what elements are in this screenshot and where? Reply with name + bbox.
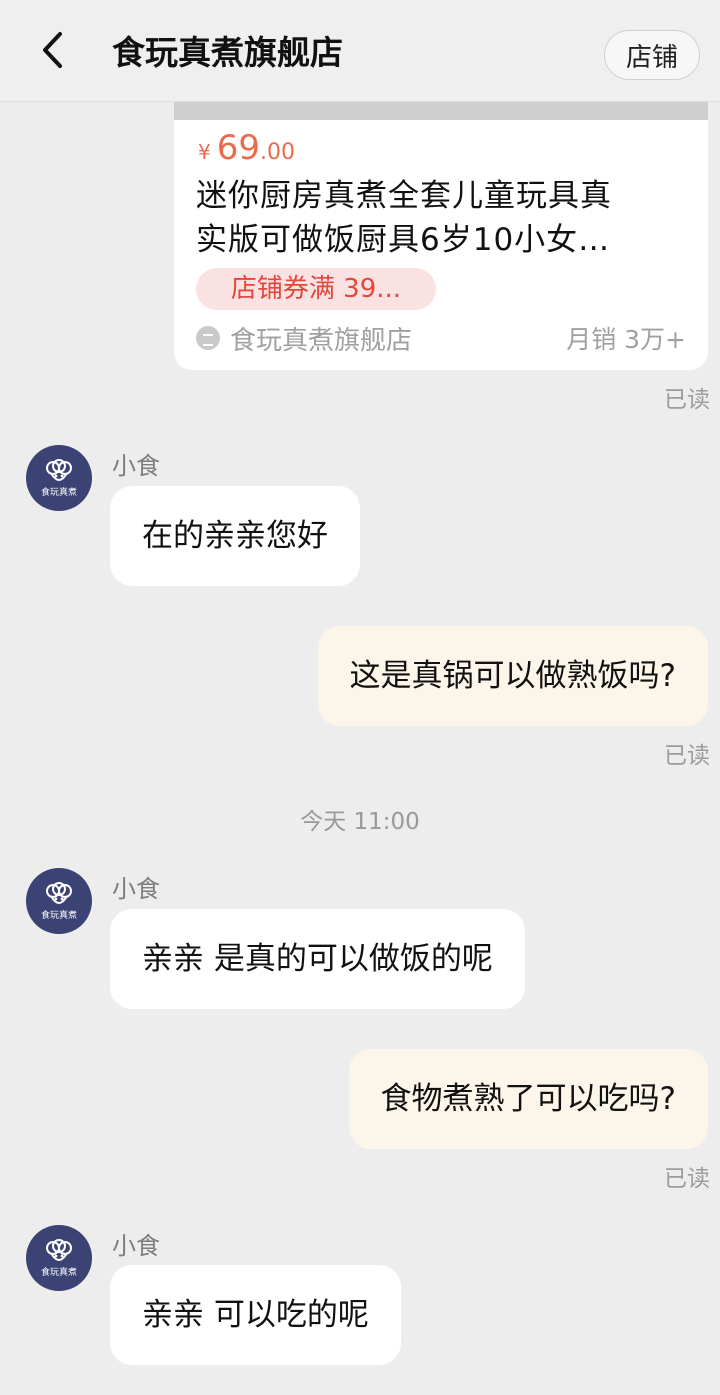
store-icon xyxy=(196,326,220,350)
message-bubble-outgoing[interactable]: 这是真锅可以做熟饭吗? xyxy=(317,626,708,726)
message-bubble-incoming[interactable]: 亲亲 可以吃的呢 xyxy=(110,1265,401,1365)
price-symbol: ¥ xyxy=(198,140,211,164)
message-bubble-outgoing[interactable]: 食物煮熟了可以吃吗? xyxy=(348,1049,708,1149)
price-integer: 69 xyxy=(216,128,260,168)
product-store-row: 食玩真煮旗舰店 月销 3万+ xyxy=(196,318,686,358)
chat-header: 食玩真煮旗舰店 店铺 xyxy=(0,0,720,102)
shop-button[interactable]: 店铺 xyxy=(604,30,700,80)
read-status: 已读 xyxy=(664,387,710,413)
sender-name: 小食 xyxy=(112,452,160,480)
chevron-left-icon xyxy=(43,32,62,68)
sender-name: 小食 xyxy=(112,875,160,903)
product-title-line2: 实版可做饭厨具6岁10小女… xyxy=(196,222,611,258)
page-title: 食玩真煮旗舰店 xyxy=(112,33,343,72)
avatar-label: 食玩真煮 xyxy=(40,1267,77,1278)
avatar-label: 食玩真煮 xyxy=(40,910,77,921)
product-price: ¥ 69 .00 xyxy=(198,128,295,176)
chef-logo-icon xyxy=(46,1238,72,1261)
coupon-badge[interactable]: 店铺券满 39... xyxy=(196,268,436,310)
avatar-label: 食玩真煮 xyxy=(40,487,77,498)
read-status: 已读 xyxy=(664,1166,710,1192)
read-status: 已读 xyxy=(664,743,710,769)
chef-logo-icon xyxy=(46,881,72,904)
chef-logo-icon xyxy=(46,458,72,481)
store-name: 食玩真煮旗舰店 xyxy=(230,325,413,356)
avatar[interactable]: 食玩真煮 xyxy=(26,1225,92,1291)
back-button[interactable] xyxy=(30,28,74,72)
time-divider: 今天 11:00 xyxy=(300,809,420,835)
avatar[interactable]: 食玩真煮 xyxy=(26,868,92,934)
monthly-sales: 月销 3万+ xyxy=(566,325,686,354)
message-bubble-incoming[interactable]: 在的亲亲您好 xyxy=(110,486,360,586)
message-bubble-incoming[interactable]: 亲亲 是真的可以做饭的呢 xyxy=(110,909,525,1009)
price-decimal: .00 xyxy=(260,140,295,165)
product-title: 迷你厨房真煮全套儿童玩具真 实版可做饭厨具6岁10小女… xyxy=(196,174,686,262)
avatar[interactable]: 食玩真煮 xyxy=(26,445,92,511)
sender-name: 小食 xyxy=(112,1232,160,1260)
product-title-line1: 迷你厨房真煮全套儿童玩具真 xyxy=(196,178,612,214)
product-image xyxy=(174,102,708,120)
